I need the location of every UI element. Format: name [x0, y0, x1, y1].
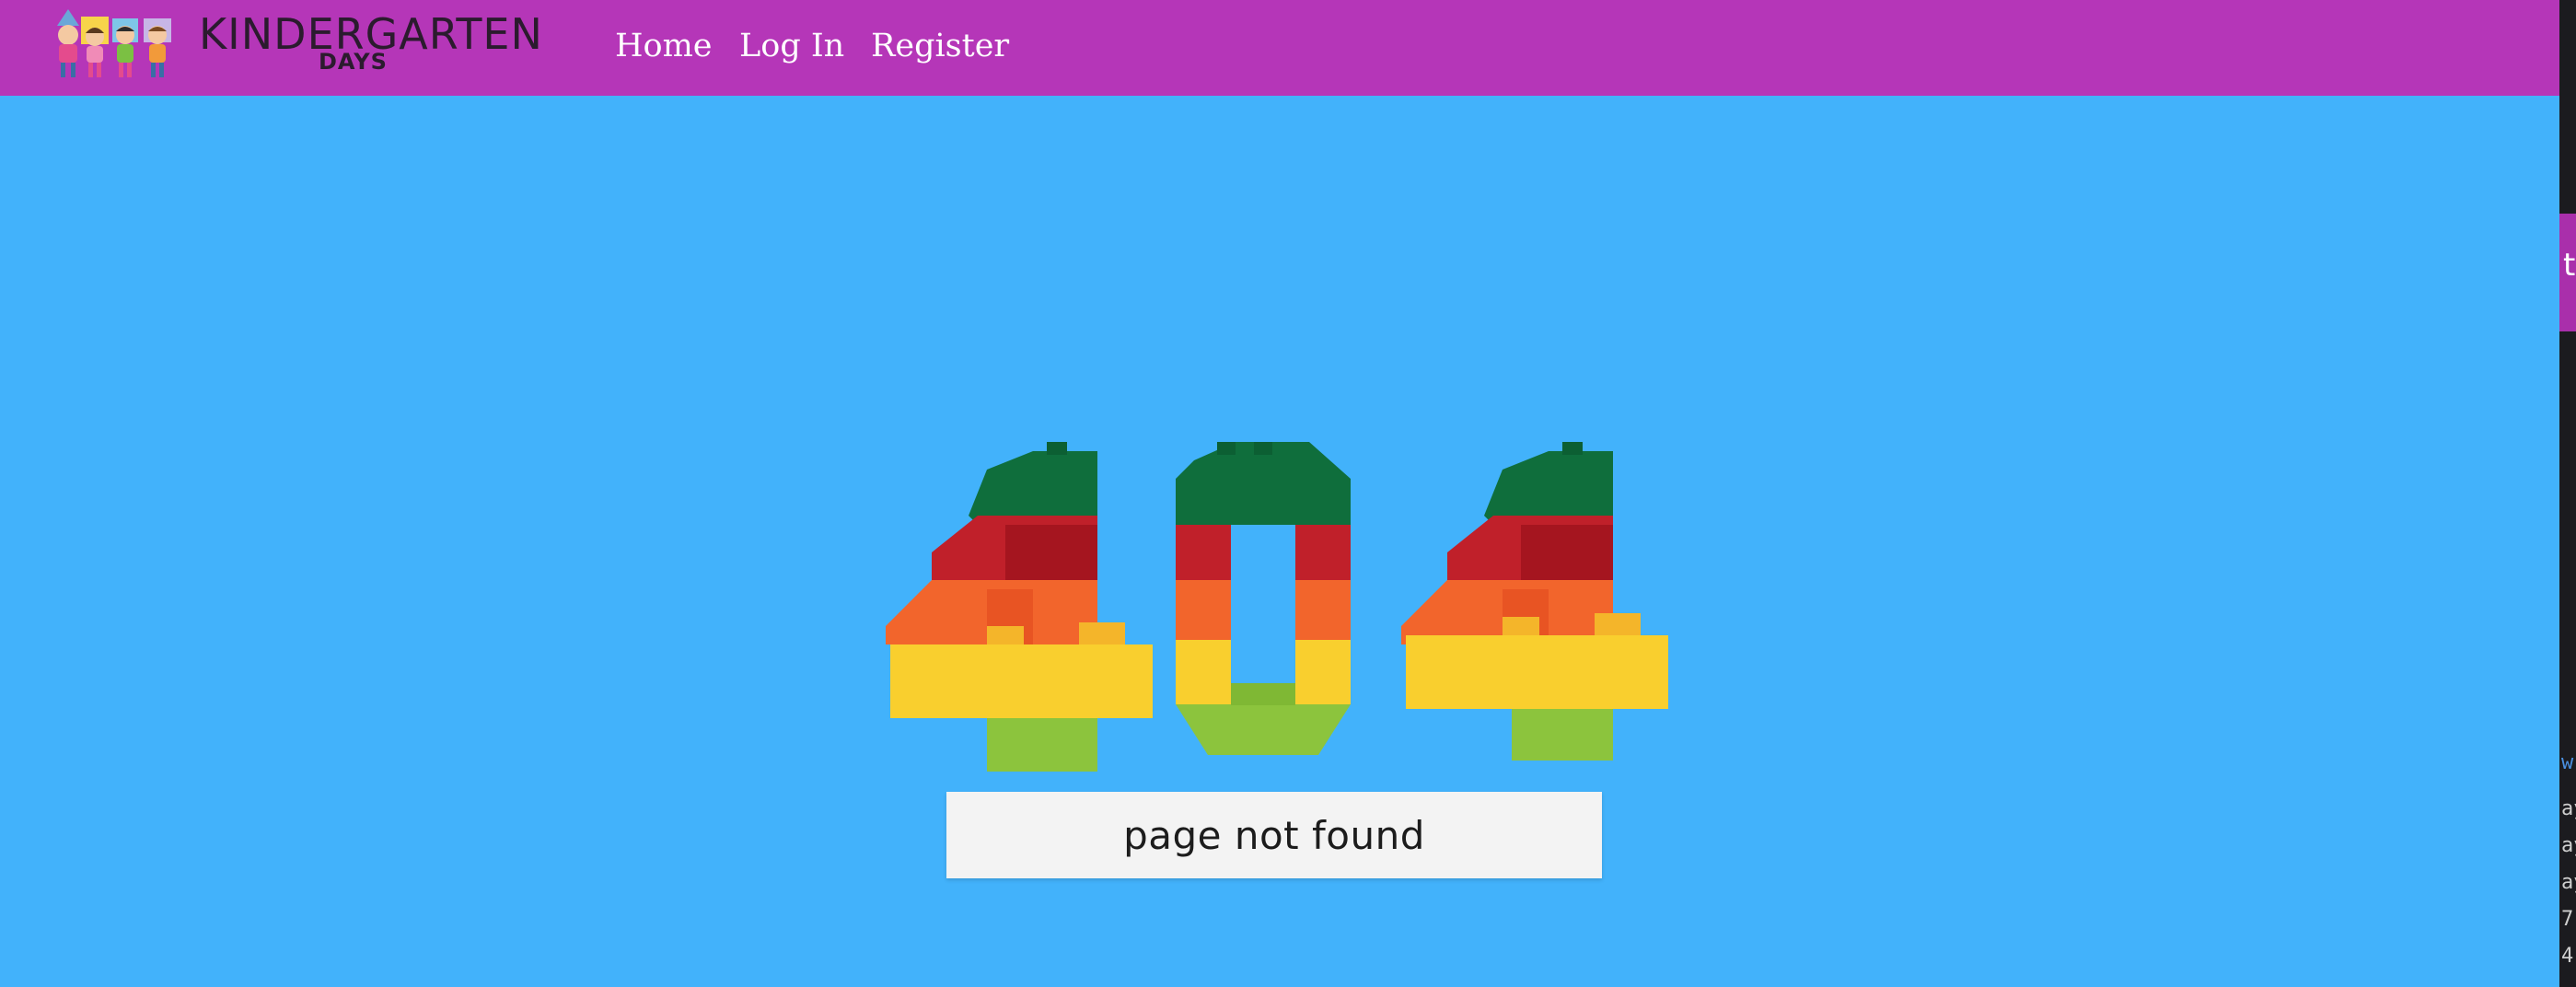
page: KINDERGARTEN DAYS Home Log In Register t…: [0, 0, 2576, 987]
devtools-line: ay: [2561, 797, 2576, 820]
devtools-line: ay: [2561, 871, 2576, 894]
lego-digit-zero: [1176, 442, 1351, 755]
nav-login-link[interactable]: Log In: [739, 20, 844, 72]
brand-subtitle: DAYS: [319, 49, 388, 75]
nav-register-link[interactable]: Register: [871, 20, 1009, 72]
devtools-tab-label: t: [2563, 247, 2576, 284]
page-not-found-banner: page not found: [946, 792, 1602, 878]
devtools-line: w: [2561, 751, 2574, 774]
devtools-line: 7:: [2561, 908, 2576, 931]
brand-logo[interactable]: KINDERGARTEN DAYS: [41, 9, 542, 83]
kids-logo-icon: [57, 9, 171, 77]
lego-404-image: 404: [886, 442, 1668, 772]
error-message: page not found: [1123, 812, 1425, 858]
devtools-line: 4: [2561, 945, 2574, 968]
lego-digit-four-right: [1401, 442, 1668, 761]
lego-digit-four-left: [886, 442, 1153, 772]
devtools-line: ay: [2561, 834, 2576, 857]
nav-home-link[interactable]: Home: [615, 20, 713, 72]
navbar: KINDERGARTEN DAYS Home Log In Register: [0, 0, 2559, 96]
